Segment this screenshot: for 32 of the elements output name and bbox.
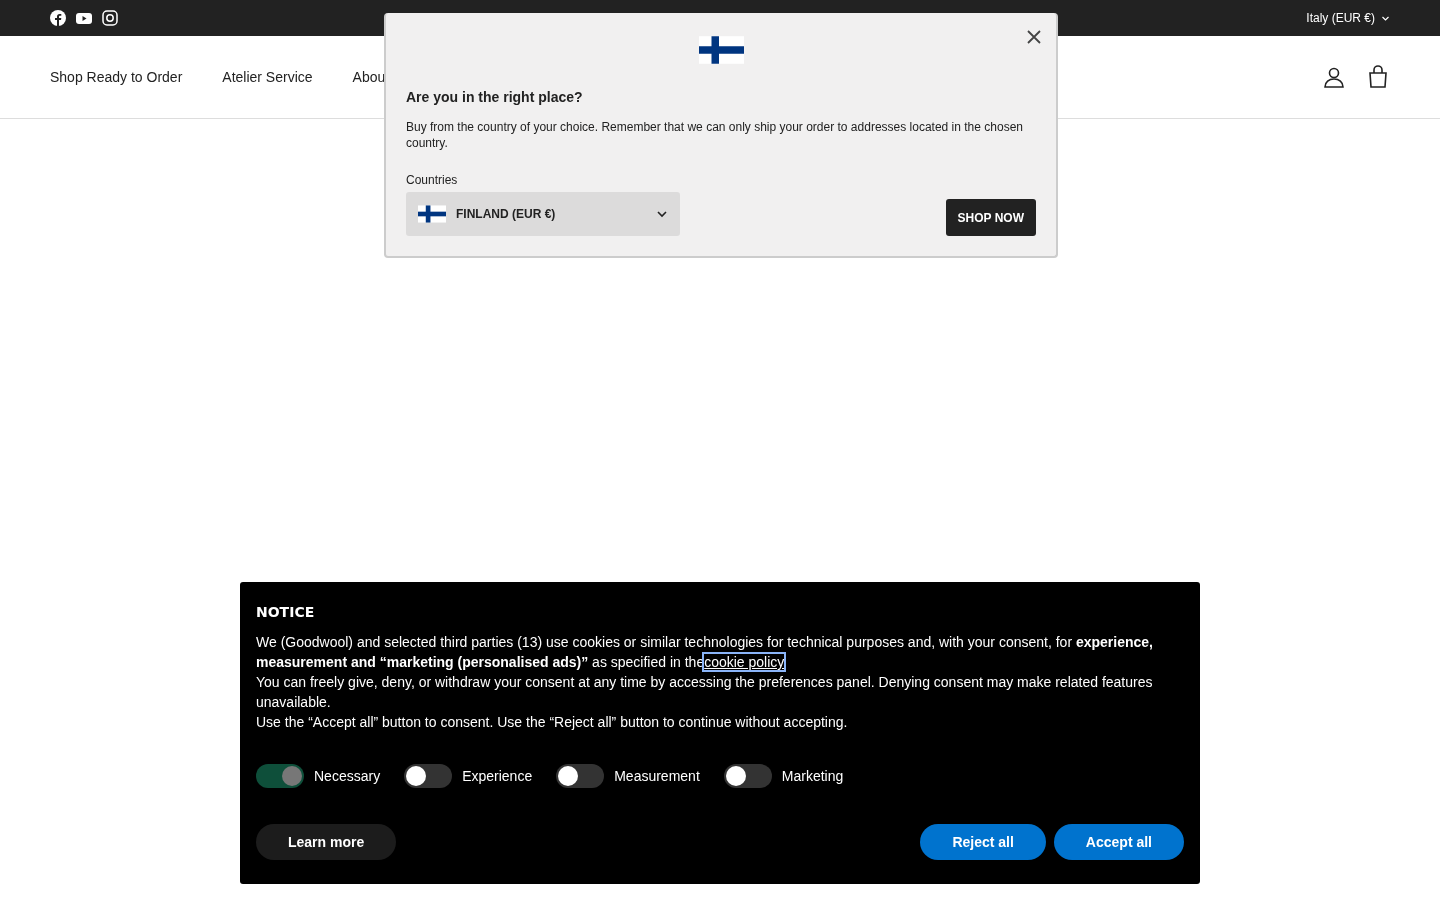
field-label: Countries	[406, 173, 459, 187]
dialog-text: Buy from the country of your choice. Remember that we can only ship your order to addresses located in the chosen country.	[406, 119, 1024, 151]
dialog-title: Are you in the right place?	[406, 89, 584, 105]
shopping-bag-icon[interactable]	[1366, 65, 1390, 89]
toggle-switch[interactable]	[404, 764, 453, 788]
account-icon[interactable]	[1322, 65, 1346, 89]
facebook-icon[interactable]	[50, 10, 66, 26]
toggle-label: Necessary	[314, 768, 381, 784]
nav-link[interactable]: Abou	[352, 69, 386, 85]
toggle-label: Marketing	[781, 768, 844, 784]
toggle-label: Experience	[462, 768, 533, 784]
learn-more-button[interactable]: Learn more	[256, 824, 397, 860]
nav-link[interactable]: Shop Ready to Order	[50, 69, 183, 85]
nav-link[interactable]: Atelier Service	[222, 69, 313, 85]
chevron-icon	[656, 208, 668, 220]
shop-now-button[interactable]: SHOP NOW	[945, 199, 1036, 236]
country-select[interactable]: FINLAND (EUR €)	[406, 192, 680, 236]
banner-title: NOTICE	[256, 604, 316, 620]
close-icon[interactable]	[1026, 29, 1042, 45]
toggle-switch[interactable]	[723, 764, 772, 788]
instagram-icon[interactable]	[102, 10, 118, 26]
consent-button[interactable]: Reject all	[920, 824, 1046, 860]
toggle-switch[interactable]	[556, 764, 605, 788]
notice-text: You can freely give, deny, or withdraw your consent at any time by accessing the preferences panel. Denying consent may make related features unavailable.	[256, 673, 1154, 712]
notice-text: Use the “Accept all” button to consent. Use the “Reject all” button to continue without accepting.	[256, 713, 849, 732]
toggle-label: Measurement	[614, 768, 700, 784]
locale-selector[interactable]: Italy (EUR €)	[1306, 11, 1390, 25]
flag-icon	[698, 33, 744, 67]
cookie-policy-link[interactable]: cookie policy	[704, 654, 785, 670]
youtube-icon[interactable]	[76, 10, 92, 26]
consent-button[interactable]: Accept all	[1053, 824, 1184, 860]
flag-icon	[418, 204, 446, 224]
